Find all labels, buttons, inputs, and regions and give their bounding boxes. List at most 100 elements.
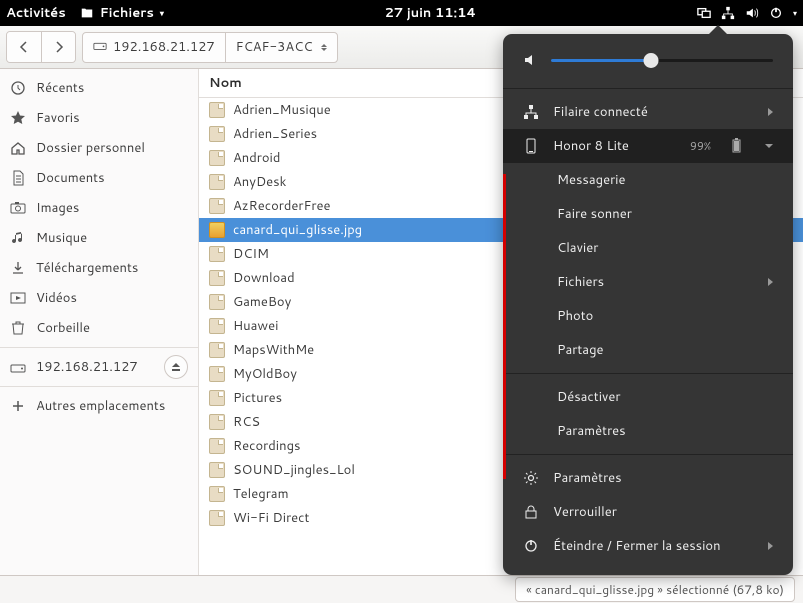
device-submenu-item[interactable]: Paramètres <box>503 414 793 448</box>
file-name: DCIM <box>233 245 269 263</box>
sidebar-item-10[interactable]: Autres emplacements <box>0 386 198 421</box>
nav-buttons <box>6 31 76 63</box>
sidebar-item-1[interactable]: Favoris <box>0 103 198 133</box>
path-address: 192.168.21.127 <box>113 38 215 56</box>
back-button[interactable] <box>7 32 41 62</box>
file-name: Android <box>233 149 280 167</box>
chevron-down-icon <box>765 144 773 148</box>
volume-slider[interactable] <box>551 59 773 62</box>
file-name: RCS <box>233 413 260 431</box>
sidebar-label: Favoris <box>36 109 80 127</box>
submenu-label: Paramètres <box>557 422 626 440</box>
path-bar[interactable]: 192.168.21.127 FCAF-3ACC <box>82 32 338 63</box>
sidebar-item-2[interactable]: Dossier personnel <box>0 133 198 163</box>
sidebar-label: Téléchargements <box>36 259 138 277</box>
app-name: Fichiers <box>100 4 154 22</box>
sidebar-item-3[interactable]: Documents <box>0 163 198 193</box>
folder-icon <box>209 174 225 190</box>
camera-icon <box>10 200 26 216</box>
forward-button[interactable] <box>41 32 75 62</box>
gear-icon <box>523 470 539 486</box>
power-row[interactable]: Éteindre / Fermer la session <box>503 529 793 563</box>
volume-slider-row <box>503 46 793 82</box>
drive-icon <box>10 359 26 375</box>
sidebar-label: Dossier personnel <box>36 139 145 157</box>
volume-icon <box>745 6 759 20</box>
clock[interactable]: 27 juin 11:14 <box>385 4 477 22</box>
sidebar-item-5[interactable]: Musique <box>0 223 198 253</box>
device-submenu-item[interactable]: Faire sonner <box>503 197 793 231</box>
power-icon <box>523 538 539 554</box>
folder-icon <box>209 414 225 430</box>
file-name: Telegram <box>233 485 289 503</box>
sidebar-label: Documents <box>36 169 105 187</box>
app-menu[interactable]: Fichiers ▾ <box>80 4 164 22</box>
sidebar-item-6[interactable]: Téléchargements <box>0 253 198 283</box>
device-submenu-item[interactable]: Partage <box>503 333 793 367</box>
sidebar-item-4[interactable]: Images <box>0 193 198 223</box>
folder-icon <box>209 342 225 358</box>
file-name: Adrien_Musique <box>233 101 331 119</box>
sidebar-label: Autres emplacements <box>36 397 165 415</box>
settings-label: Paramètres <box>553 469 622 487</box>
screen-icon <box>697 6 711 20</box>
folder-icon <box>209 294 225 310</box>
device-submenu-item[interactable]: Fichiers <box>503 265 793 299</box>
lock-row[interactable]: Verrouiller <box>503 495 793 529</box>
sidebar: Récents Favoris Dossier personnel Documents… <box>0 69 199 575</box>
activities-button[interactable]: Activités <box>6 4 66 22</box>
power-icon <box>769 6 783 20</box>
folder-icon <box>209 126 225 142</box>
network-icon <box>523 104 539 120</box>
trash-icon <box>10 320 26 336</box>
status-text: « canard_qui_glisse.jpg » sélectionné (6… <box>515 577 795 602</box>
power-label: Éteindre / Fermer la session <box>553 537 721 555</box>
folder-icon <box>209 246 225 262</box>
sidebar-item-0[interactable]: Récents <box>0 73 198 103</box>
path-menu-icon[interactable] <box>321 44 327 51</box>
lock-label: Verrouiller <box>553 503 617 521</box>
folder-icon <box>209 486 225 502</box>
chevron-right-icon <box>768 542 773 550</box>
wired-connection[interactable]: Filaire connecté <box>503 95 793 129</box>
sidebar-item-9[interactable]: 192.168.21.127 <box>0 347 198 382</box>
sidebar-label: 192.168.21.127 <box>36 358 138 376</box>
folder-icon <box>209 198 225 214</box>
folder-icon <box>209 462 225 478</box>
music-icon <box>10 230 26 246</box>
file-name: Pictures <box>233 389 282 407</box>
device-label: Honor 8 Lite <box>553 137 629 155</box>
device-submenu-item[interactable]: Désactiver <box>503 380 793 414</box>
device-submenu-item[interactable]: Photo <box>503 299 793 333</box>
sidebar-item-7[interactable]: Vidéos <box>0 283 198 313</box>
folder-icon <box>209 270 225 286</box>
annotation-red-bar <box>503 174 506 479</box>
settings-row[interactable]: Paramètres <box>503 461 793 495</box>
file-name: canard_qui_glisse.jpg <box>233 221 362 239</box>
dropdown-icon: ▾ <box>793 7 797 19</box>
sidebar-label: Récents <box>36 79 84 97</box>
sidebar-item-8[interactable]: Corbeille <box>0 313 198 343</box>
folder-icon <box>209 366 225 382</box>
folder-icon <box>209 390 225 406</box>
sidebar-label: Musique <box>36 229 87 247</box>
files-icon <box>80 6 94 20</box>
clock-icon <box>10 80 26 96</box>
system-tray[interactable]: ▾ <box>697 6 797 20</box>
eject-button[interactable] <box>164 355 188 379</box>
folder-icon <box>209 150 225 166</box>
drive-icon <box>93 38 107 57</box>
volume-icon <box>523 52 539 68</box>
submenu-label: Désactiver <box>557 388 620 406</box>
doc-icon <box>10 170 26 186</box>
submenu-label: Clavier <box>557 239 598 257</box>
device-submenu-item[interactable]: Messagerie <box>503 163 793 197</box>
home-icon <box>10 140 26 156</box>
chevron-right-icon <box>768 108 773 116</box>
device-row[interactable]: Honor 8 Lite 99% <box>503 129 793 163</box>
status-bar: « canard_qui_glisse.jpg » sélectionné (6… <box>0 575 803 603</box>
file-name: Adrien_Series <box>233 125 317 143</box>
device-submenu-item[interactable]: Clavier <box>503 231 793 265</box>
file-name: Wi-Fi Direct <box>233 509 309 527</box>
file-name: AnyDesk <box>233 173 286 191</box>
